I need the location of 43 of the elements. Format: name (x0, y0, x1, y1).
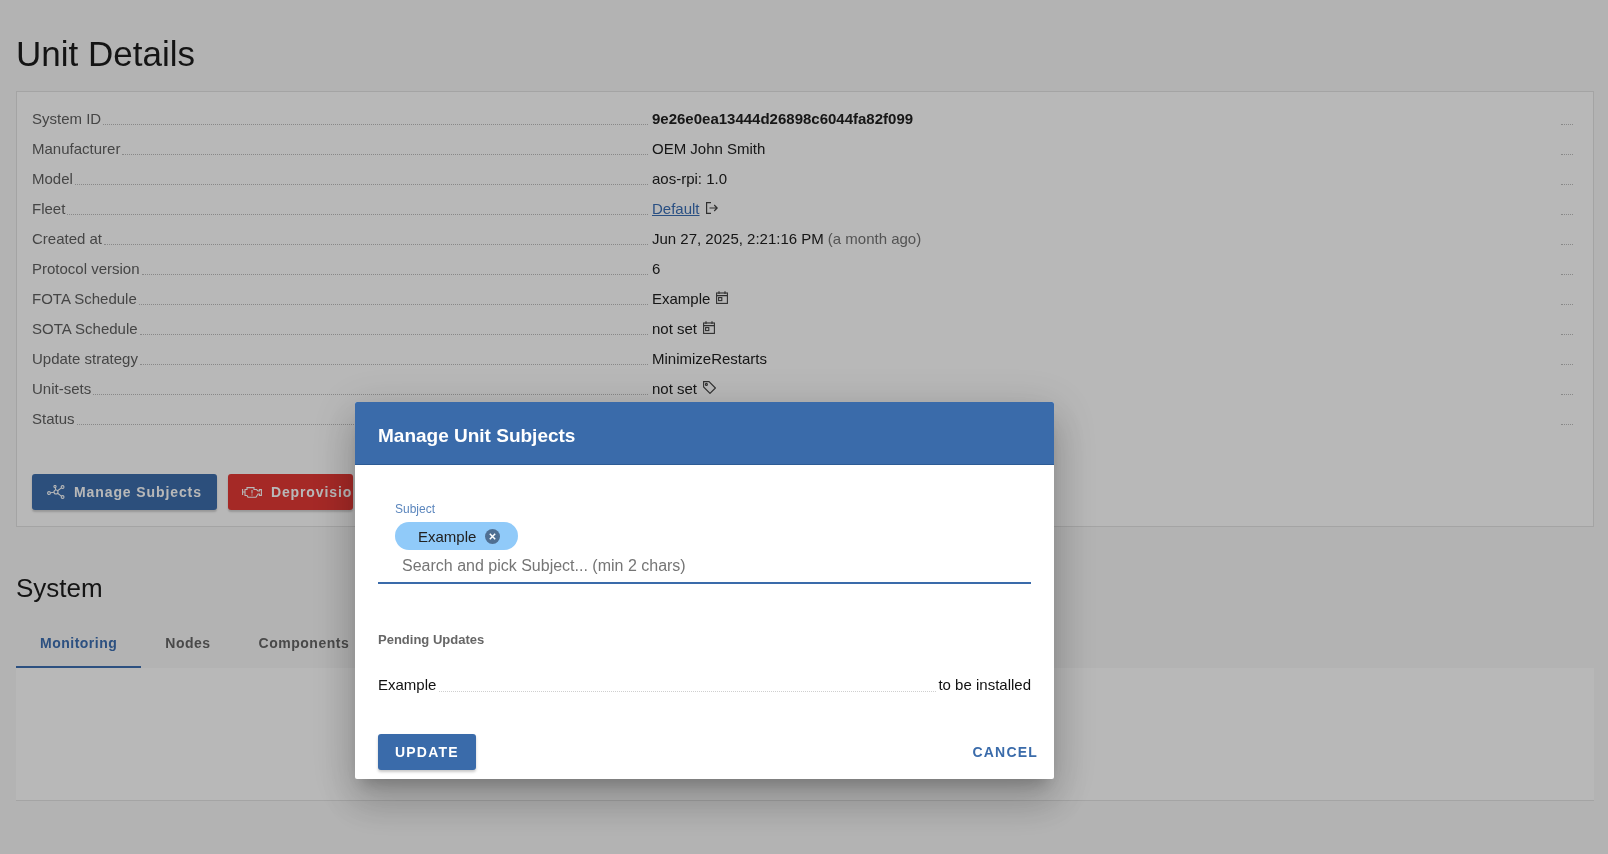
section-title: System (16, 572, 103, 605)
update-status: to be installed (938, 675, 1031, 695)
detail-value: OEM John Smith (652, 139, 766, 159)
calendar-icon[interactable] (703, 321, 716, 334)
open-link-icon[interactable] (705, 201, 718, 214)
manage-subjects-button[interactable]: Manage Subjects (32, 474, 217, 510)
detail-value: Jun 27, 2025, 2:21:16 PM (652, 229, 824, 249)
detail-value: 6 (652, 259, 661, 279)
relative-time: (a month ago) (827, 229, 922, 249)
detail-label: SOTA Schedule (32, 319, 138, 339)
detail-label: Model (32, 169, 73, 189)
cancel-button[interactable]: CANCEL (956, 734, 1038, 770)
deprovision-button[interactable]: Deprovisio (227, 474, 354, 510)
detail-value: Example (652, 289, 711, 309)
section-heading: Pending Updates (378, 632, 485, 648)
detail-label: Fleet (32, 199, 66, 219)
detail-label: Manufacturer (32, 139, 121, 159)
detail-value: not set (652, 379, 698, 399)
calendar-icon[interactable] (716, 291, 729, 304)
tag-icon[interactable] (703, 381, 717, 394)
tab[interactable]: Nodes (141, 620, 235, 668)
dialog-title: Manage Unit Subjects (378, 425, 576, 447)
page-title: Unit Details (16, 33, 195, 75)
field-label: Subject (395, 502, 436, 516)
search-field[interactable]: Search and pick Subject... (min 2 chars) (378, 552, 1031, 584)
detail-label: FOTA Schedule (32, 289, 137, 309)
detail-label: Update strategy (32, 349, 138, 369)
value-link[interactable]: Default (652, 199, 700, 219)
detail-label: System ID (32, 109, 102, 129)
detail-value: MinimizeRestarts (652, 349, 768, 369)
tab[interactable]: Components (234, 620, 352, 668)
engine-warning-icon (241, 485, 262, 499)
detail-label: Protocol version (32, 259, 140, 279)
chip-remove-icon[interactable] (485, 528, 501, 544)
detail-label: Created at (32, 229, 103, 249)
detail-value: 9e26e0ea13444d26898c6044fa82f099 (652, 109, 914, 129)
update-button[interactable]: UPDATE (378, 734, 476, 770)
subject-chip[interactable]: Example (395, 522, 519, 550)
update-name: Example (378, 675, 437, 695)
detail-value: not set (652, 319, 698, 339)
detail-value: aos-rpi: 1.0 (652, 169, 728, 189)
detail-label: Unit-sets (32, 379, 92, 399)
network-icon (47, 485, 65, 499)
